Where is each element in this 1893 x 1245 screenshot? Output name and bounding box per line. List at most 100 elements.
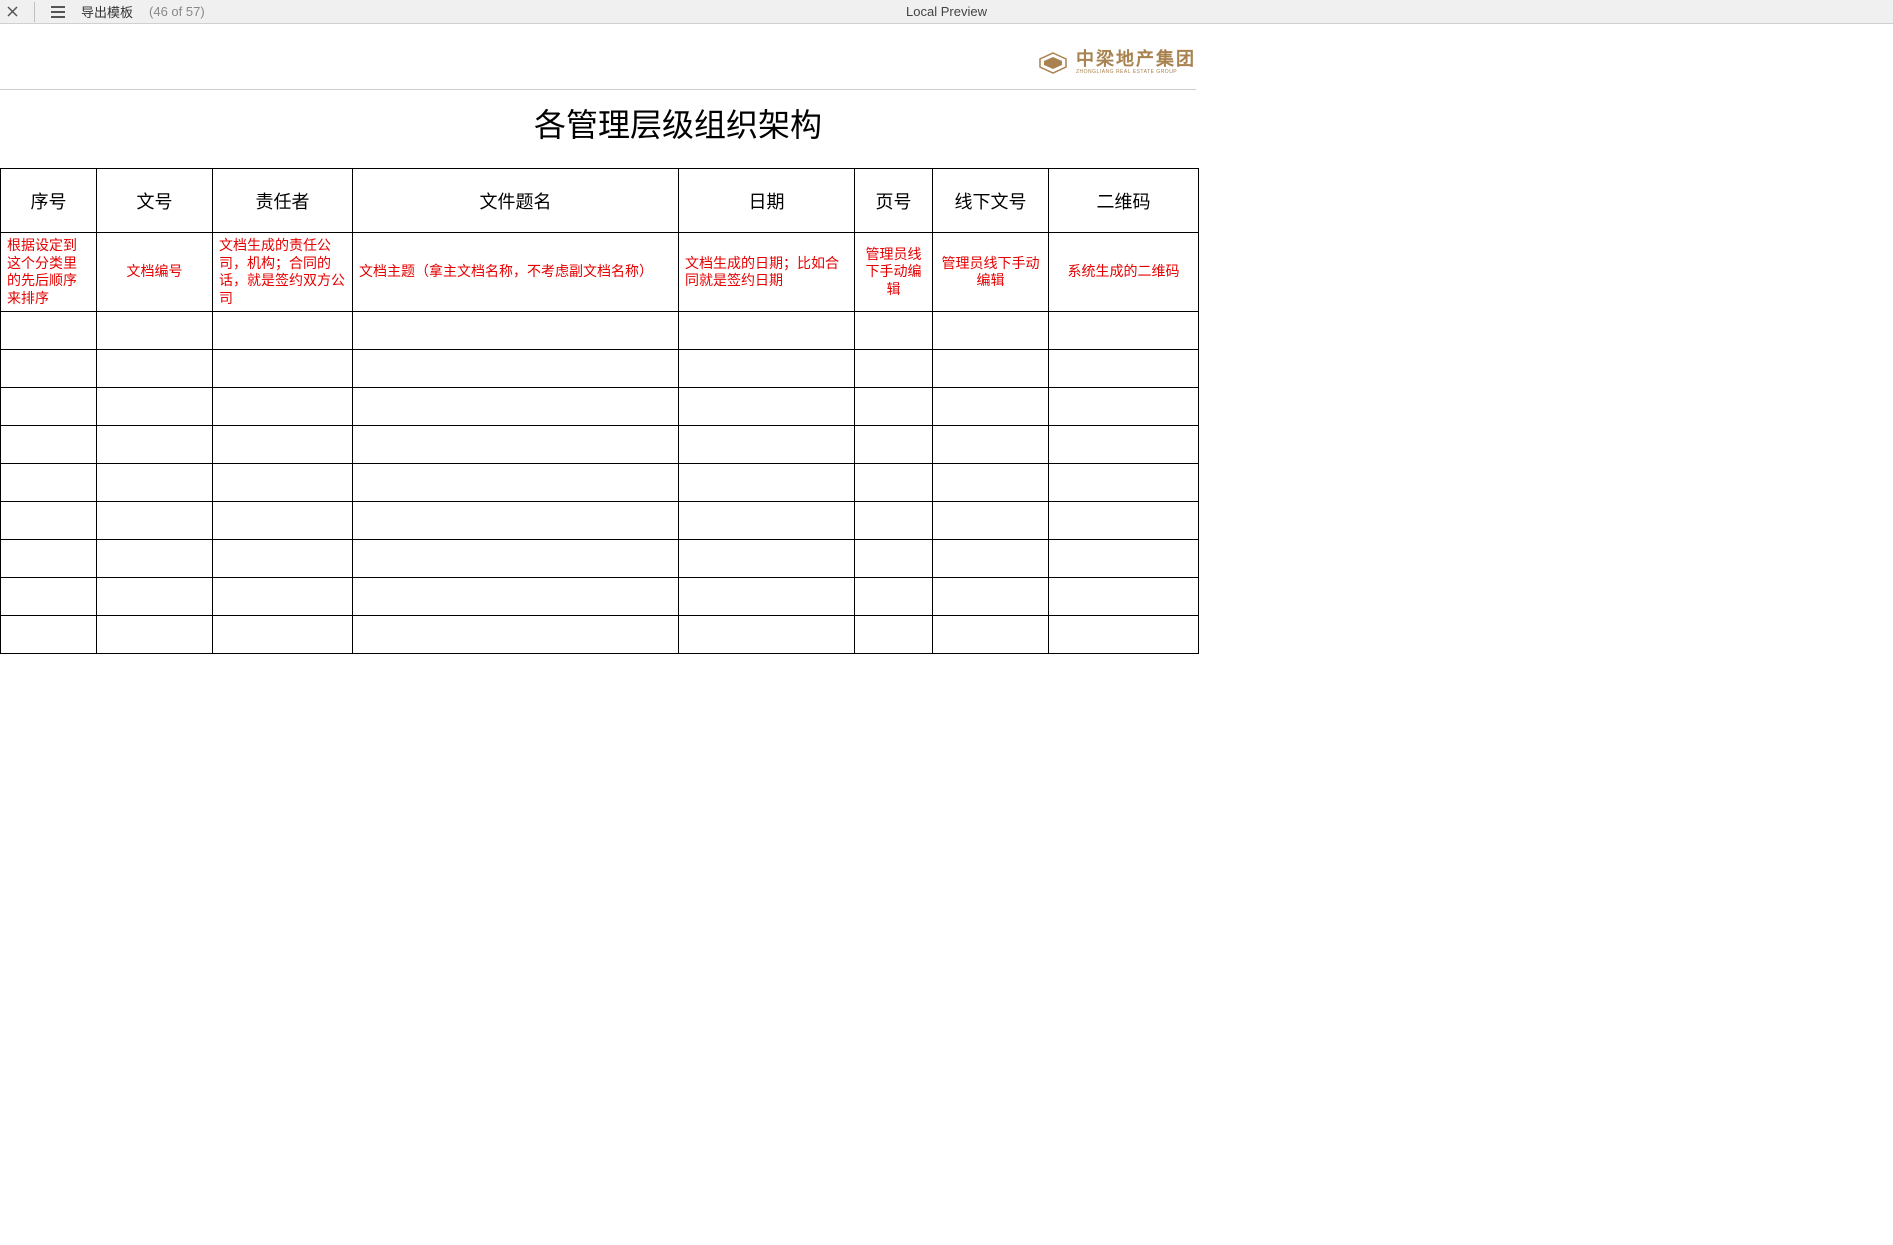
table-cell (213, 312, 353, 350)
logo-mark-icon (1038, 52, 1068, 74)
preview-mode-label: Local Preview (906, 4, 987, 19)
org-structure-table: 序号 文号 责任者 文件题名 日期 页号 线下文号 二维码 根据设定到这个分类里… (0, 168, 1199, 654)
company-logo: 中梁地产集团 ZHONGLIANG REAL ESTATE GROUP (1038, 50, 1196, 75)
toolbar-divider (34, 2, 35, 22)
table-cell (213, 426, 353, 464)
table-cell (679, 502, 855, 540)
table-cell (855, 350, 933, 388)
desc-date: 文档生成的日期；比如合同就是签约日期 (679, 233, 855, 312)
table-cell (353, 350, 679, 388)
table-cell (1, 464, 97, 502)
table-cell (679, 578, 855, 616)
table-row (1, 578, 1199, 616)
table-row (1, 502, 1199, 540)
table-cell (1049, 464, 1199, 502)
table-cell (679, 464, 855, 502)
desc-seq: 根据设定到这个分类里的先后顺序来排序 (1, 233, 97, 312)
menu-button[interactable] (49, 4, 65, 20)
close-icon (7, 6, 18, 17)
header-divider (0, 89, 1196, 90)
table-cell (353, 578, 679, 616)
table-cell (97, 312, 213, 350)
desc-qr: 系统生成的二维码 (1049, 233, 1199, 312)
table-cell (1049, 578, 1199, 616)
table-cell (1049, 616, 1199, 654)
table-cell (933, 426, 1049, 464)
th-resp: 责任者 (213, 169, 353, 233)
table-cell (855, 616, 933, 654)
desc-subject: 文档主题（拿主文档名称，不考虑副文档名称） (353, 233, 679, 312)
table-cell (933, 312, 1049, 350)
table-cell (855, 464, 933, 502)
table-cell (213, 578, 353, 616)
table-cell (353, 464, 679, 502)
close-button[interactable] (4, 4, 20, 20)
table-cell (213, 540, 353, 578)
table-cell (213, 502, 353, 540)
th-docno: 文号 (97, 169, 213, 233)
th-qr: 二维码 (1049, 169, 1199, 233)
th-page: 页号 (855, 169, 933, 233)
document-title: 导出模板 (81, 2, 133, 21)
th-date: 日期 (679, 169, 855, 233)
table-cell (1, 616, 97, 654)
page-title: 各管理层级组织架构 (0, 100, 1356, 146)
table-cell (679, 350, 855, 388)
table-row (1, 464, 1199, 502)
table-cell (1, 502, 97, 540)
toolbar: 导出模板 (46 of 57) Local Preview (0, 0, 1893, 24)
table-cell (1, 388, 97, 426)
table-cell (213, 388, 353, 426)
table-header-row: 序号 文号 责任者 文件题名 日期 页号 线下文号 二维码 (1, 169, 1199, 233)
table-cell (679, 540, 855, 578)
table-cell (1, 312, 97, 350)
document-page: 中梁地产集团 ZHONGLIANG REAL ESTATE GROUP 各管理层… (0, 24, 1356, 654)
desc-page: 管理员线下手动编辑 (855, 233, 933, 312)
table-cell (353, 540, 679, 578)
table-cell (213, 616, 353, 654)
table-cell (1, 426, 97, 464)
desc-docno: 文档编号 (97, 233, 213, 312)
table-cell (353, 426, 679, 464)
table-row (1, 540, 1199, 578)
th-seq: 序号 (1, 169, 97, 233)
table-body: 根据设定到这个分类里的先后顺序来排序 文档编号 文档生成的责任公司，机构；合同的… (1, 233, 1199, 654)
table-cell (97, 464, 213, 502)
table-cell (855, 502, 933, 540)
hamburger-icon (51, 6, 65, 8)
table-cell (933, 350, 1049, 388)
table-cell (855, 312, 933, 350)
document-counter: (46 of 57) (149, 4, 205, 19)
table-cell (855, 578, 933, 616)
table-cell (1049, 388, 1199, 426)
table-cell (1049, 426, 1199, 464)
table-cell (679, 312, 855, 350)
table-cell (353, 388, 679, 426)
table-cell (97, 388, 213, 426)
table-cell (855, 426, 933, 464)
table-row (1, 350, 1199, 388)
table-cell (1049, 502, 1199, 540)
table-cell (933, 616, 1049, 654)
table-cell (679, 388, 855, 426)
desc-resp: 文档生成的责任公司，机构；合同的话，就是签约双方公司 (213, 233, 353, 312)
table-cell (933, 578, 1049, 616)
table-cell (213, 350, 353, 388)
logo-text: 中梁地产集团 ZHONGLIANG REAL ESTATE GROUP (1076, 50, 1196, 75)
logo-en-text: ZHONGLIANG REAL ESTATE GROUP (1076, 70, 1196, 75)
table-cell (1, 350, 97, 388)
table-cell (353, 616, 679, 654)
table-row (1, 388, 1199, 426)
right-whitespace (1356, 24, 1893, 1245)
table-cell (353, 502, 679, 540)
table-description-row: 根据设定到这个分类里的先后顺序来排序 文档编号 文档生成的责任公司，机构；合同的… (1, 233, 1199, 312)
table-cell (933, 502, 1049, 540)
table-cell (1049, 312, 1199, 350)
logo-row: 中梁地产集团 ZHONGLIANG REAL ESTATE GROUP (0, 32, 1356, 79)
table-cell (933, 540, 1049, 578)
table-cell (1, 540, 97, 578)
toolbar-left: 导出模板 (46 of 57) (4, 2, 205, 22)
table-cell (855, 540, 933, 578)
th-offline-docno: 线下文号 (933, 169, 1049, 233)
table-cell (353, 312, 679, 350)
